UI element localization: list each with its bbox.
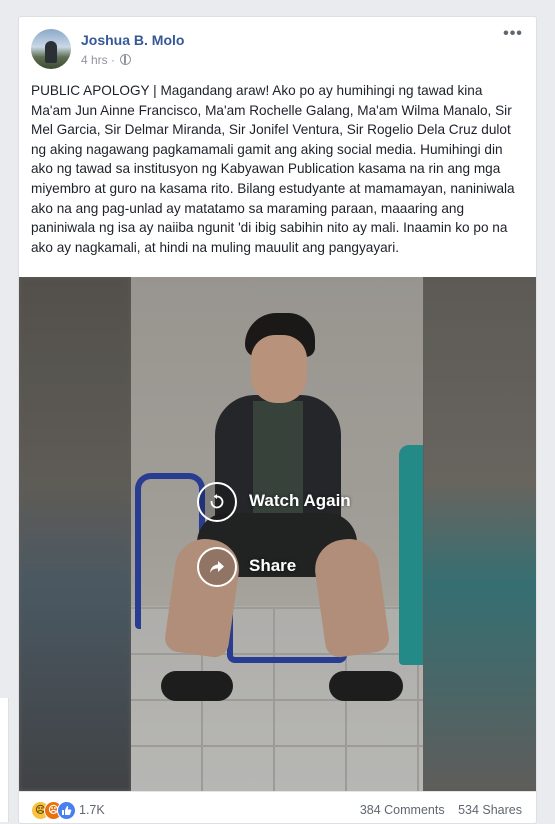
post-text: PUBLIC APOLOGY | Magandang araw! Ako po … (31, 83, 515, 255)
video-player[interactable]: Watch Again Share (19, 277, 536, 791)
globe-icon (120, 54, 132, 65)
watch-again-label: Watch Again (249, 491, 351, 510)
shares-count[interactable]: 534 Shares (458, 803, 522, 817)
meta-separator: · (111, 53, 116, 67)
reaction-count: 1.7K (79, 803, 105, 817)
engagement-counts: 384 Comments 534 Shares (350, 803, 522, 817)
post-header: Joshua B. Molo 4 hrs · ••• (31, 26, 524, 73)
post-meta: 4 hrs · (81, 53, 132, 67)
watch-again-button[interactable]: Watch Again (197, 482, 397, 522)
side-panel-edge (0, 698, 9, 822)
share-button[interactable]: Share (197, 547, 397, 587)
comments-count[interactable]: 384 Comments (360, 803, 445, 817)
like-reaction-icon (57, 801, 76, 820)
replay-icon (197, 482, 237, 522)
post-footer: ☹ ☹ 1.7K 384 Comments 534 Shares (19, 791, 536, 823)
share-label: Share (249, 556, 297, 575)
author-avatar[interactable] (31, 29, 71, 69)
feed-post: Joshua B. Molo 4 hrs · ••• PUBLIC APOLOG… (18, 16, 537, 824)
author-name[interactable]: Joshua B. Molo (81, 32, 184, 48)
more-options-button[interactable]: ••• (502, 26, 524, 47)
post-time[interactable]: 4 hrs (81, 53, 108, 67)
share-arrow-icon (197, 547, 237, 587)
